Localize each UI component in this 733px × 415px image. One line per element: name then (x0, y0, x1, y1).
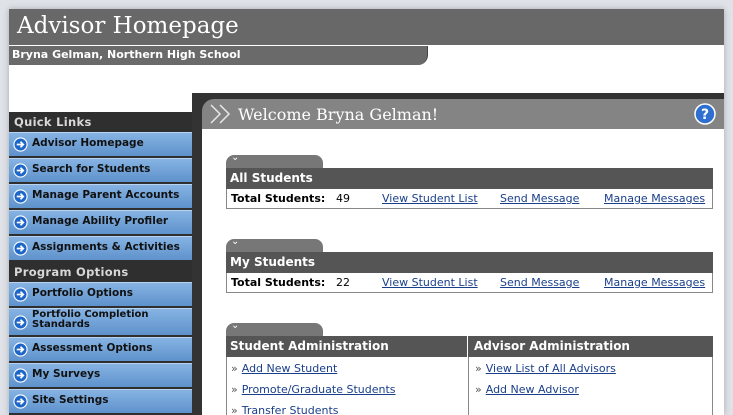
add-new-advisor-link[interactable]: Add New Advisor (486, 383, 579, 396)
view-student-list-link[interactable]: View Student List (382, 276, 478, 289)
arrow-circle-icon (13, 368, 28, 383)
sidebar-item-label: Manage Ability Profiler (32, 215, 169, 227)
add-new-student-link[interactable]: Add New Student (242, 362, 338, 375)
sidebar-item-search-students[interactable]: Search for Students (9, 158, 192, 182)
double-chevron-right-icon (210, 104, 231, 124)
advisor-administration-heading: Advisor Administration (474, 339, 630, 353)
view-all-advisors-link[interactable]: View List of All Advisors (486, 362, 616, 375)
sidebar-item-label: Advisor Homepage (32, 137, 144, 149)
quick-links-heading: Quick Links (14, 115, 92, 129)
column-divider (468, 357, 469, 415)
sidebar-item-label: Assignments & Activities (32, 241, 180, 253)
chevron-down-icon: ⌄ (231, 236, 240, 247)
arrow-circle-icon (13, 137, 28, 152)
sidebar-item-label: Manage Parent Accounts (32, 189, 180, 201)
manage-messages-link[interactable]: Manage Messages (604, 276, 705, 289)
sidebar-item-site-settings[interactable]: Site Settings (9, 389, 192, 413)
manage-messages-link[interactable]: Manage Messages (604, 192, 705, 205)
panel-header: All Students (226, 168, 713, 189)
sidebar-item-label: Portfolio Completion Standards (32, 309, 149, 330)
admin-body: » Add New Student » Promote/Graduate Stude… (226, 357, 713, 415)
total-students-label: Total Students: (231, 276, 326, 289)
send-message-link[interactable]: Send Message (500, 192, 579, 205)
arrow-circle-icon (13, 342, 28, 357)
svg-text:?: ? (701, 107, 709, 123)
program-options-heading: Program Options (14, 265, 129, 279)
panel-row: Total Students: 22 View Student List Sen… (226, 273, 713, 293)
panel-header: Student Administration Advisor Administr… (226, 336, 713, 357)
user-school-label: Bryna Gelman, Northern High School (12, 48, 241, 61)
sidebar-item-label: Site Settings (32, 394, 109, 406)
welcome-bar: Welcome Bryna Gelman! ? (202, 99, 724, 129)
list-item: » Promote/Graduate Students (231, 383, 396, 396)
chevron-down-icon: ⌄ (231, 320, 240, 331)
send-message-link[interactable]: Send Message (500, 276, 579, 289)
sidebar-item-manage-parent-accounts[interactable]: Manage Parent Accounts (9, 184, 192, 208)
panel-title: All Students (230, 171, 313, 185)
arrow-circle-icon (13, 287, 28, 302)
list-item: » Add New Student (231, 362, 338, 375)
sidebar-item-advisor-homepage[interactable]: Advisor Homepage (9, 132, 192, 156)
sidebar-item-label: Search for Students (32, 163, 151, 175)
page-title: Advisor Homepage (17, 13, 239, 39)
list-item: » Add New Advisor (475, 383, 579, 396)
sidebar-item-manage-ability-profiler[interactable]: Manage Ability Profiler (9, 210, 192, 234)
sidebar-item-portfolio-options[interactable]: Portfolio Options (9, 282, 192, 306)
total-students-value: 49 (336, 192, 350, 205)
help-icon[interactable]: ? (694, 103, 716, 125)
collapse-tab[interactable]: ⌄ (226, 320, 323, 336)
sidebar-item-label: Portfolio Options (32, 287, 133, 299)
arrow-circle-icon (13, 241, 28, 256)
title-bar: Advisor Homepage (9, 9, 724, 45)
panel-row: Total Students: 49 View Student List Sen… (226, 189, 713, 209)
student-administration-heading: Student Administration (230, 339, 389, 353)
arrow-circle-icon (13, 315, 28, 330)
list-item: » View List of All Advisors (475, 362, 616, 375)
user-school-bar: Bryna Gelman, Northern High School (9, 46, 428, 65)
welcome-text: Welcome Bryna Gelman! (238, 105, 439, 124)
arrow-circle-icon (13, 189, 28, 204)
collapse-tab[interactable]: ⌄ (226, 236, 323, 252)
total-students-label: Total Students: (231, 192, 326, 205)
arrow-circle-icon (13, 163, 28, 178)
sidebar: Quick Links Advisor Homepage Search for … (9, 112, 192, 415)
main-area: Welcome Bryna Gelman! ? ⌄ All Students T… (192, 93, 724, 415)
chevron-down-icon: ⌄ (231, 152, 240, 163)
sidebar-item-label: Assessment Options (32, 342, 153, 354)
sidebar-item-label: My Surveys (32, 368, 101, 380)
list-item: » Transfer Students (231, 404, 339, 415)
view-student-list-link[interactable]: View Student List (382, 192, 478, 205)
promote-graduate-students-link[interactable]: Promote/Graduate Students (242, 383, 396, 396)
sidebar-item-assessment-options[interactable]: Assessment Options (9, 337, 192, 361)
arrow-circle-icon (13, 215, 28, 230)
collapse-tab[interactable]: ⌄ (226, 152, 323, 168)
total-students-value: 22 (336, 276, 350, 289)
arrow-circle-icon (13, 394, 28, 409)
sidebar-item-portfolio-completion-standards[interactable]: Portfolio Completion Standards (9, 308, 192, 335)
column-divider (467, 336, 468, 357)
sidebar-item-my-surveys[interactable]: My Surveys (9, 363, 192, 387)
transfer-students-link[interactable]: Transfer Students (242, 404, 339, 415)
panel-header: My Students (226, 252, 713, 273)
app-window: Advisor Homepage Bryna Gelman, Northern … (9, 9, 724, 415)
panel-title: My Students (230, 255, 316, 269)
sidebar-item-assignments-activities[interactable]: Assignments & Activities (9, 236, 192, 260)
content-area: ⌄ All Students Total Students: 49 View S… (202, 129, 724, 415)
